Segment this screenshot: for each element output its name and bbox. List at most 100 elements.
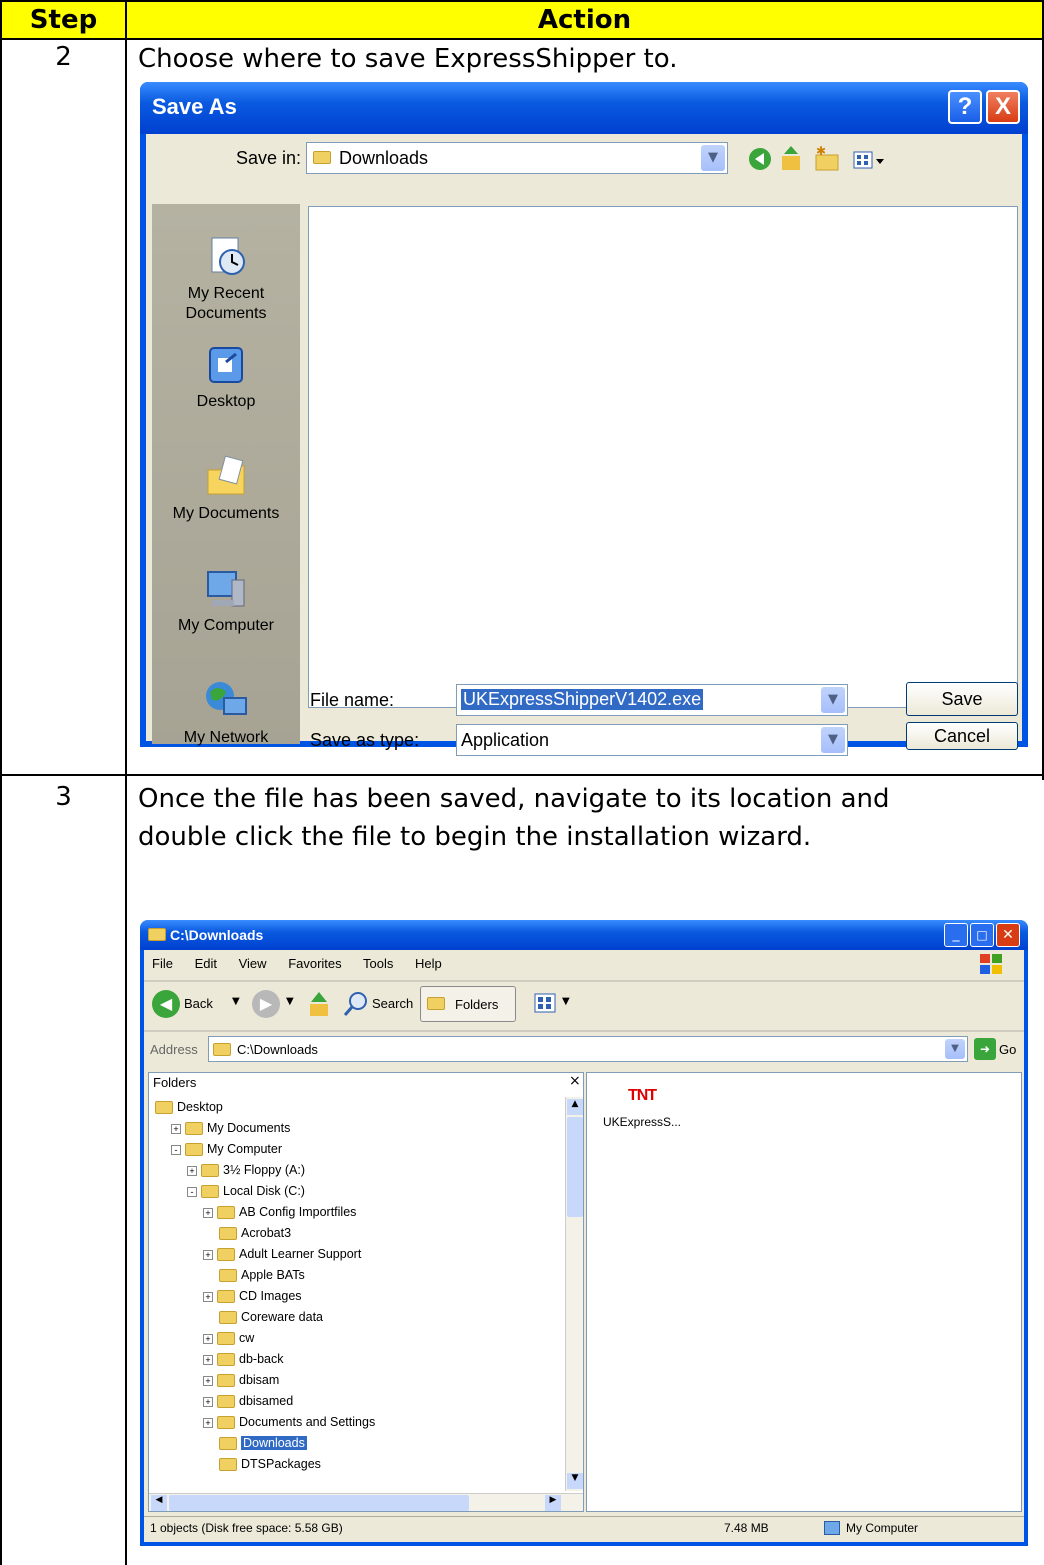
collapse-icon[interactable]: -	[171, 1144, 181, 1155]
file-name-input[interactable]: UKExpressShipperV1402.exe ▼	[456, 684, 848, 716]
file-name-value[interactable]: UKExpressShipperV1402.exe	[461, 689, 704, 710]
chevron-down-icon[interactable]: ▼	[232, 996, 240, 1007]
back-icon[interactable]	[749, 148, 771, 170]
save-in-label: Save in:	[236, 148, 302, 168]
scroll-thumb[interactable]	[567, 1117, 583, 1217]
tree-item[interactable]: Downloads	[203, 1433, 307, 1453]
expand-icon[interactable]: +	[203, 1417, 213, 1428]
search-icon[interactable]	[342, 990, 370, 1018]
address-value[interactable]: C:\Downloads	[237, 1042, 318, 1057]
chevron-down-icon[interactable]: ▼	[945, 1039, 965, 1059]
scroll-down-icon[interactable]: ▼	[567, 1473, 583, 1489]
place-my-recent-documents[interactable]: My Recent Documents	[152, 234, 300, 324]
go-arrow-icon[interactable]: ➜	[974, 1038, 996, 1060]
folders-button[interactable]: Folders	[420, 986, 516, 1022]
tree-item[interactable]: Desktop	[155, 1097, 223, 1117]
chevron-down-icon[interactable]: ▼	[821, 727, 845, 753]
tree-item[interactable]: + cw	[203, 1328, 254, 1348]
windows-logo-icon	[976, 952, 1006, 976]
close-button[interactable]: X	[986, 90, 1020, 124]
expand-icon[interactable]: +	[203, 1249, 213, 1260]
svg-text:✱: ✱	[816, 144, 826, 158]
chevron-down-icon[interactable]: ▼	[286, 996, 294, 1007]
chevron-down-icon[interactable]: ▼	[821, 687, 845, 713]
place-my-documents[interactable]: My Documents	[152, 454, 300, 524]
maximize-button[interactable]: □	[970, 923, 994, 947]
file-list-area[interactable]	[308, 206, 1018, 708]
action-column-header: Action	[125, 0, 1044, 40]
tree-item[interactable]: Coreware data	[203, 1307, 323, 1327]
tree-item[interactable]: Apple BATs	[203, 1265, 305, 1285]
tree-item[interactable]: + dbisam	[203, 1370, 279, 1390]
save-in-combo[interactable]: Downloads ▼	[306, 142, 728, 174]
back-button-label[interactable]: Back	[184, 996, 213, 1011]
expand-icon[interactable]: +	[203, 1333, 213, 1344]
tree-item-label: DTSPackages	[241, 1457, 321, 1471]
expand-icon[interactable]: +	[203, 1375, 213, 1386]
tree-item[interactable]: + dbisamed	[203, 1391, 293, 1411]
views-icon[interactable]	[534, 992, 558, 1014]
tree-item[interactable]: + AB Config Importfiles	[203, 1202, 356, 1222]
address-bar[interactable]: C:\Downloads ▼	[208, 1036, 968, 1062]
place-my-network[interactable]: My Network	[152, 678, 300, 748]
folder-icon	[219, 1311, 237, 1325]
folder-icon	[217, 1395, 235, 1409]
tree-item-label: Local Disk (C:)	[223, 1184, 305, 1198]
tree-item[interactable]: + db-back	[203, 1349, 283, 1369]
chevron-down-icon[interactable]: ▼	[562, 996, 570, 1007]
views-icon[interactable]	[853, 151, 884, 169]
tree-item[interactable]: +3½ Floppy (A:)	[187, 1160, 305, 1180]
minimize-button[interactable]: _	[944, 923, 968, 947]
menu-view[interactable]: View	[239, 956, 267, 971]
close-icon[interactable]: ×	[569, 1073, 581, 1089]
new-folder-icon[interactable]: ✱	[815, 144, 839, 171]
back-icon[interactable]: ◀	[152, 990, 180, 1018]
collapse-icon[interactable]: -	[187, 1186, 197, 1197]
tree-item[interactable]: DTSPackages	[203, 1454, 321, 1474]
tree-vertical-scrollbar[interactable]: ▲ ▼	[565, 1097, 583, 1491]
tree-item[interactable]: - My Computer	[171, 1139, 282, 1159]
expand-icon[interactable]: +	[203, 1207, 213, 1218]
tree-item[interactable]: + My Documents	[171, 1118, 290, 1138]
scroll-up-icon[interactable]: ▲	[567, 1099, 583, 1115]
folder-icon	[219, 1437, 237, 1451]
tree-item[interactable]: + Adult Learner Support	[203, 1244, 361, 1264]
expand-icon[interactable]: +	[203, 1291, 213, 1302]
go-button-label[interactable]: Go	[999, 1042, 1016, 1057]
save-button[interactable]: Save	[906, 682, 1018, 716]
tree-horizontal-scrollbar[interactable]: ◀ ▶	[149, 1493, 583, 1511]
scroll-thumb[interactable]	[169, 1495, 469, 1511]
tree-item[interactable]: Acrobat3	[203, 1223, 291, 1243]
place-my-computer[interactable]: My Computer	[152, 566, 300, 636]
save-as-type-select[interactable]: Application ▼	[456, 724, 848, 756]
up-folder-icon[interactable]	[782, 146, 800, 170]
menu-favorites[interactable]: Favorites	[288, 956, 341, 971]
scroll-right-icon[interactable]: ▶	[545, 1495, 561, 1511]
tree-item-label: Adult Learner Support	[239, 1247, 362, 1261]
search-button-label[interactable]: Search	[372, 996, 413, 1011]
cancel-button[interactable]: Cancel	[906, 722, 1018, 750]
dialog-title-bar[interactable]: Save As ? X	[140, 82, 1028, 134]
expand-icon[interactable]: +	[171, 1123, 181, 1134]
divider	[144, 1030, 1024, 1032]
tree-item[interactable]: + CD Images	[203, 1286, 302, 1306]
expand-icon[interactable]: +	[203, 1396, 213, 1407]
menu-edit[interactable]: Edit	[195, 956, 217, 971]
up-folder-icon[interactable]	[306, 990, 332, 1018]
tree-item[interactable]: - Local Disk (C:)	[187, 1181, 305, 1201]
tree-item[interactable]: + Documents and Settings	[203, 1412, 375, 1432]
menu-file[interactable]: File	[152, 956, 173, 971]
close-button[interactable]: ✕	[996, 923, 1020, 947]
scroll-left-icon[interactable]: ◀	[151, 1495, 167, 1511]
menu-tools[interactable]: Tools	[363, 956, 393, 971]
place-desktop[interactable]: Desktop	[152, 342, 300, 412]
menu-help[interactable]: Help	[415, 956, 442, 971]
status-location: My Computer	[846, 1521, 919, 1535]
expand-icon[interactable]: +	[187, 1165, 197, 1176]
help-button[interactable]: ?	[948, 90, 982, 124]
forward-icon[interactable]: ▶	[252, 990, 280, 1018]
chevron-down-icon[interactable]: ▼	[701, 145, 725, 171]
explorer-title-bar[interactable]: C:\Downloads _ □ ✕	[140, 920, 1028, 950]
file-item[interactable]: TNT UKExpressS...	[597, 1085, 687, 1129]
expand-icon[interactable]: +	[203, 1354, 213, 1365]
